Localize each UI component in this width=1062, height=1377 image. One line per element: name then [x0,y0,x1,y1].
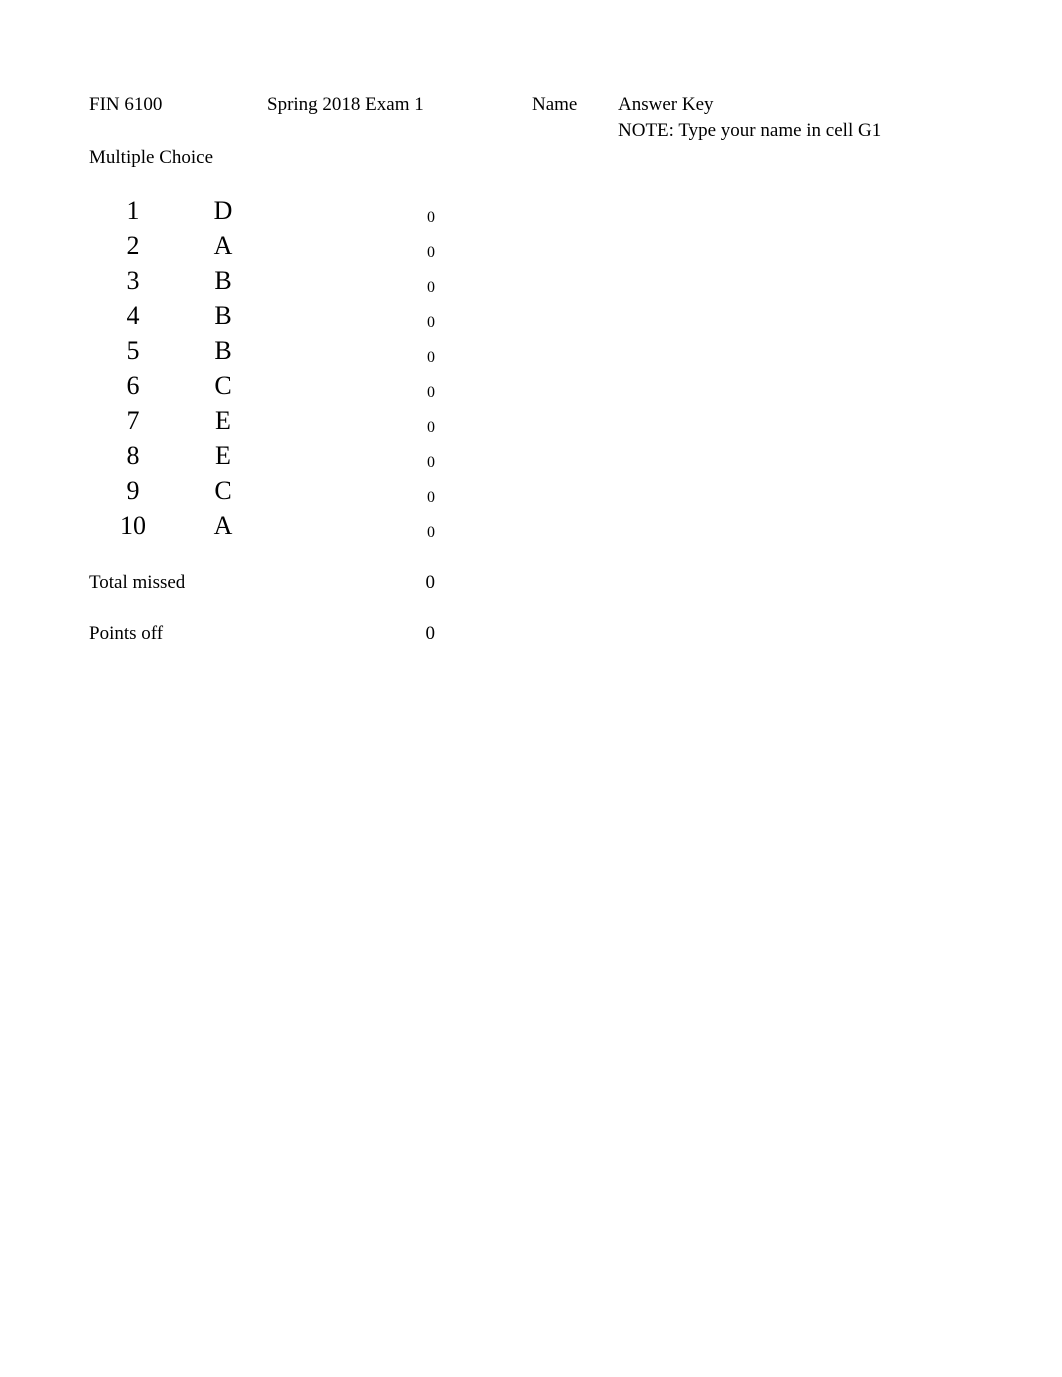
name-cell-note: NOTE: Type your name in cell G1 [618,120,882,141]
answer-letter: D [213,196,233,225]
section-heading-multiple-choice: Multiple Choice [89,147,214,168]
points-off-label: Points off [89,623,164,644]
question-number: 1 [126,196,140,225]
question-number: 5 [126,336,140,365]
name-value[interactable]: Answer Key [618,93,714,117]
question-score: 0 [427,489,435,506]
answer-key-document: FIN 6100 Spring 2018 Exam 1 Name Answer … [0,0,1062,1377]
table-row: 8 E 0 [0,441,480,476]
question-number: 9 [126,476,140,505]
total-missed-label: Total missed [89,572,186,593]
question-number: 7 [126,406,140,435]
table-row: 7 E 0 [0,406,480,441]
name-label: Name [532,94,578,115]
table-row: 2 A 0 [0,231,480,266]
answer-letter: C [214,476,232,505]
table-row: 4 B 0 [0,301,480,336]
total-missed-value: 0 [425,572,436,593]
question-number: 6 [126,371,140,400]
answer-letter: B [214,336,232,365]
question-number: 8 [126,441,140,470]
answer-letter: E [215,441,231,470]
question-score: 0 [427,349,435,366]
answer-letter: B [214,266,232,295]
points-off-value: 0 [425,623,436,644]
question-score: 0 [427,454,435,471]
table-row: 3 B 0 [0,266,480,301]
question-number: 4 [126,301,140,330]
answer-letter: A [213,231,233,260]
answer-table: 1 D 0 2 A 0 3 B 0 4 B 0 5 B 0 6 C 0 7 E … [0,196,480,546]
question-score: 0 [427,524,435,541]
answer-letter: A [213,511,233,540]
question-score: 0 [427,384,435,401]
table-row: 6 C 0 [0,371,480,406]
course-code: FIN 6100 [89,94,163,115]
question-score: 0 [427,209,435,226]
question-score: 0 [427,279,435,296]
question-score: 0 [427,314,435,331]
question-score: 0 [427,419,435,436]
exam-title: Spring 2018 Exam 1 [267,94,424,115]
question-number: 2 [126,231,140,260]
table-row: 9 C 0 [0,476,480,511]
answer-letter: C [214,371,232,400]
table-row: 5 B 0 [0,336,480,371]
table-row: 10 A 0 [0,511,480,546]
question-number: 10 [120,511,146,540]
question-score: 0 [427,244,435,261]
table-row: 1 D 0 [0,196,480,231]
question-number: 3 [126,266,140,295]
answer-letter: B [214,301,232,330]
answer-letter: E [215,406,231,435]
